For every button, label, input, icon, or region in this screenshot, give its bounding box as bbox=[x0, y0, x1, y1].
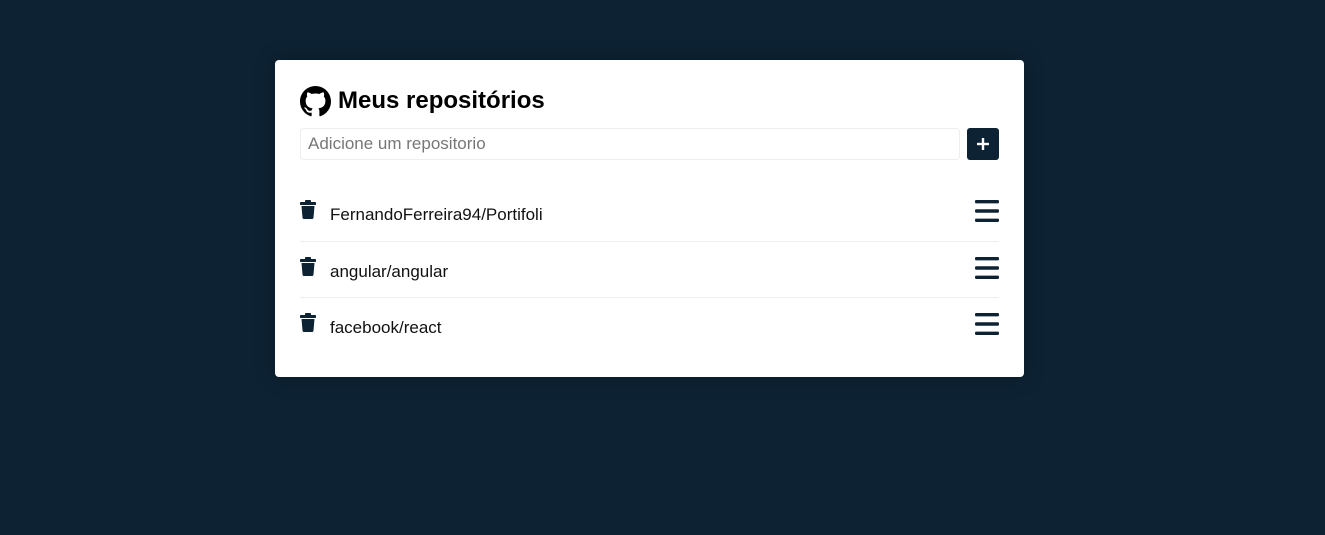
trash-icon[interactable] bbox=[300, 312, 318, 333]
repositories-card: Meus repositórios FernandoFerreira94/Por… bbox=[275, 60, 1024, 377]
github-icon bbox=[300, 85, 331, 117]
add-repository-button[interactable] bbox=[967, 128, 999, 160]
list-item: facebook/react bbox=[300, 297, 999, 353]
trash-icon[interactable] bbox=[300, 256, 318, 277]
repository-list: FernandoFerreira94/Portifoli angular/ang… bbox=[300, 185, 999, 353]
trash-icon[interactable] bbox=[300, 200, 318, 220]
bars-icon[interactable] bbox=[975, 256, 999, 279]
page-title: Meus repositórios bbox=[338, 87, 545, 114]
repository-name[interactable]: FernandoFerreira94/Portifoli bbox=[330, 205, 975, 225]
repository-name[interactable]: angular/angular bbox=[330, 262, 975, 282]
list-item: FernandoFerreira94/Portifoli bbox=[300, 185, 999, 241]
list-item: angular/angular bbox=[300, 241, 999, 297]
repository-name[interactable]: facebook/react bbox=[330, 318, 975, 338]
bars-icon[interactable] bbox=[975, 200, 999, 222]
repository-input[interactable] bbox=[300, 128, 960, 160]
plus-icon bbox=[977, 138, 989, 150]
bars-icon[interactable] bbox=[975, 312, 999, 335]
add-repository-form bbox=[300, 128, 999, 160]
header: Meus repositórios bbox=[300, 85, 999, 117]
